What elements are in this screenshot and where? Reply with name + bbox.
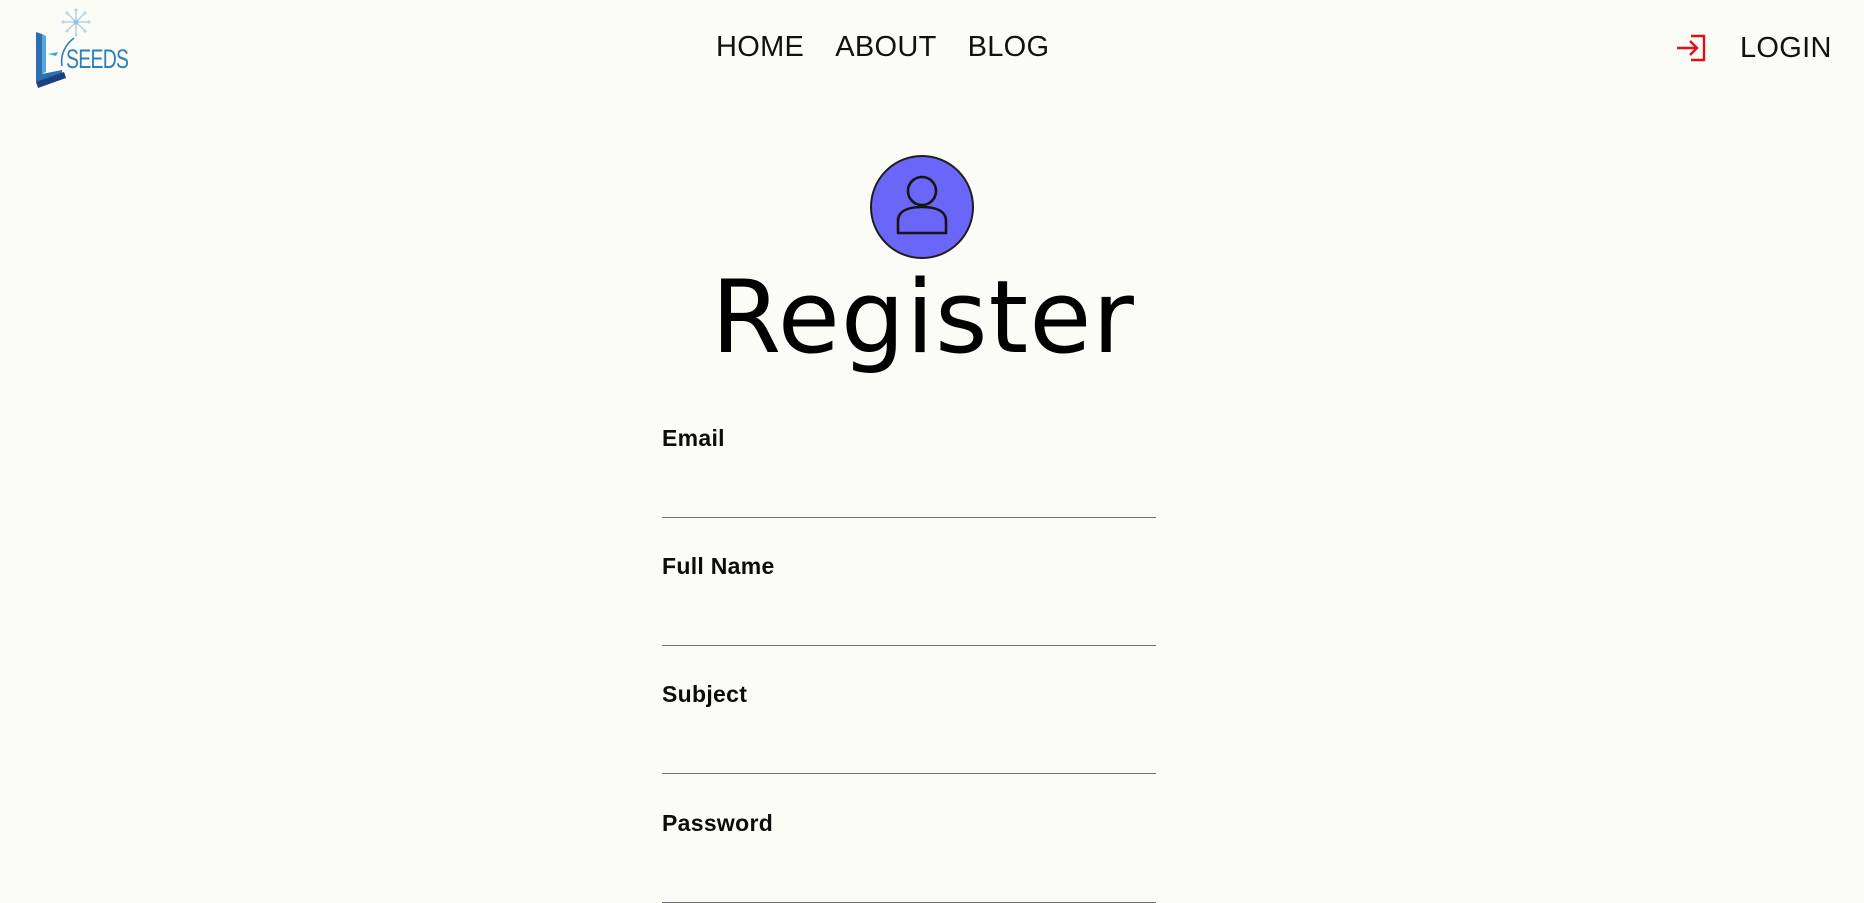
password-field-group: Password xyxy=(662,809,1156,903)
user-avatar-icon xyxy=(896,175,948,235)
subject-field-group: Subject xyxy=(662,680,1156,774)
page-title: Register xyxy=(711,258,1135,376)
login-button[interactable]: LOGIN xyxy=(1674,28,1832,68)
nav-about-link[interactable]: ABOUT xyxy=(835,31,936,64)
subject-input[interactable] xyxy=(662,728,1156,774)
top-navbar: SEEDS HOME ABOUT BLOG LOGIN xyxy=(0,0,1864,100)
full-name-label: Full Name xyxy=(662,553,775,579)
main-nav: HOME ABOUT BLOG xyxy=(716,31,1049,64)
password-input[interactable] xyxy=(662,857,1156,903)
subject-label: Subject xyxy=(662,681,748,707)
login-label: LOGIN xyxy=(1740,31,1832,64)
email-label: Email xyxy=(662,425,725,451)
seeds-logo[interactable]: SEEDS xyxy=(32,8,132,88)
nav-home-link[interactable]: HOME xyxy=(716,31,804,64)
full-name-field-group: Full Name xyxy=(662,552,1156,646)
logo-text: SEEDS xyxy=(66,44,129,74)
full-name-input[interactable] xyxy=(662,600,1156,646)
login-arrow-icon xyxy=(1677,34,1706,62)
password-label: Password xyxy=(662,810,774,836)
email-field-group: Email xyxy=(662,424,1156,518)
email-input[interactable] xyxy=(662,472,1156,518)
user-avatar xyxy=(870,155,974,259)
nav-blog-link[interactable]: BLOG xyxy=(968,31,1050,64)
